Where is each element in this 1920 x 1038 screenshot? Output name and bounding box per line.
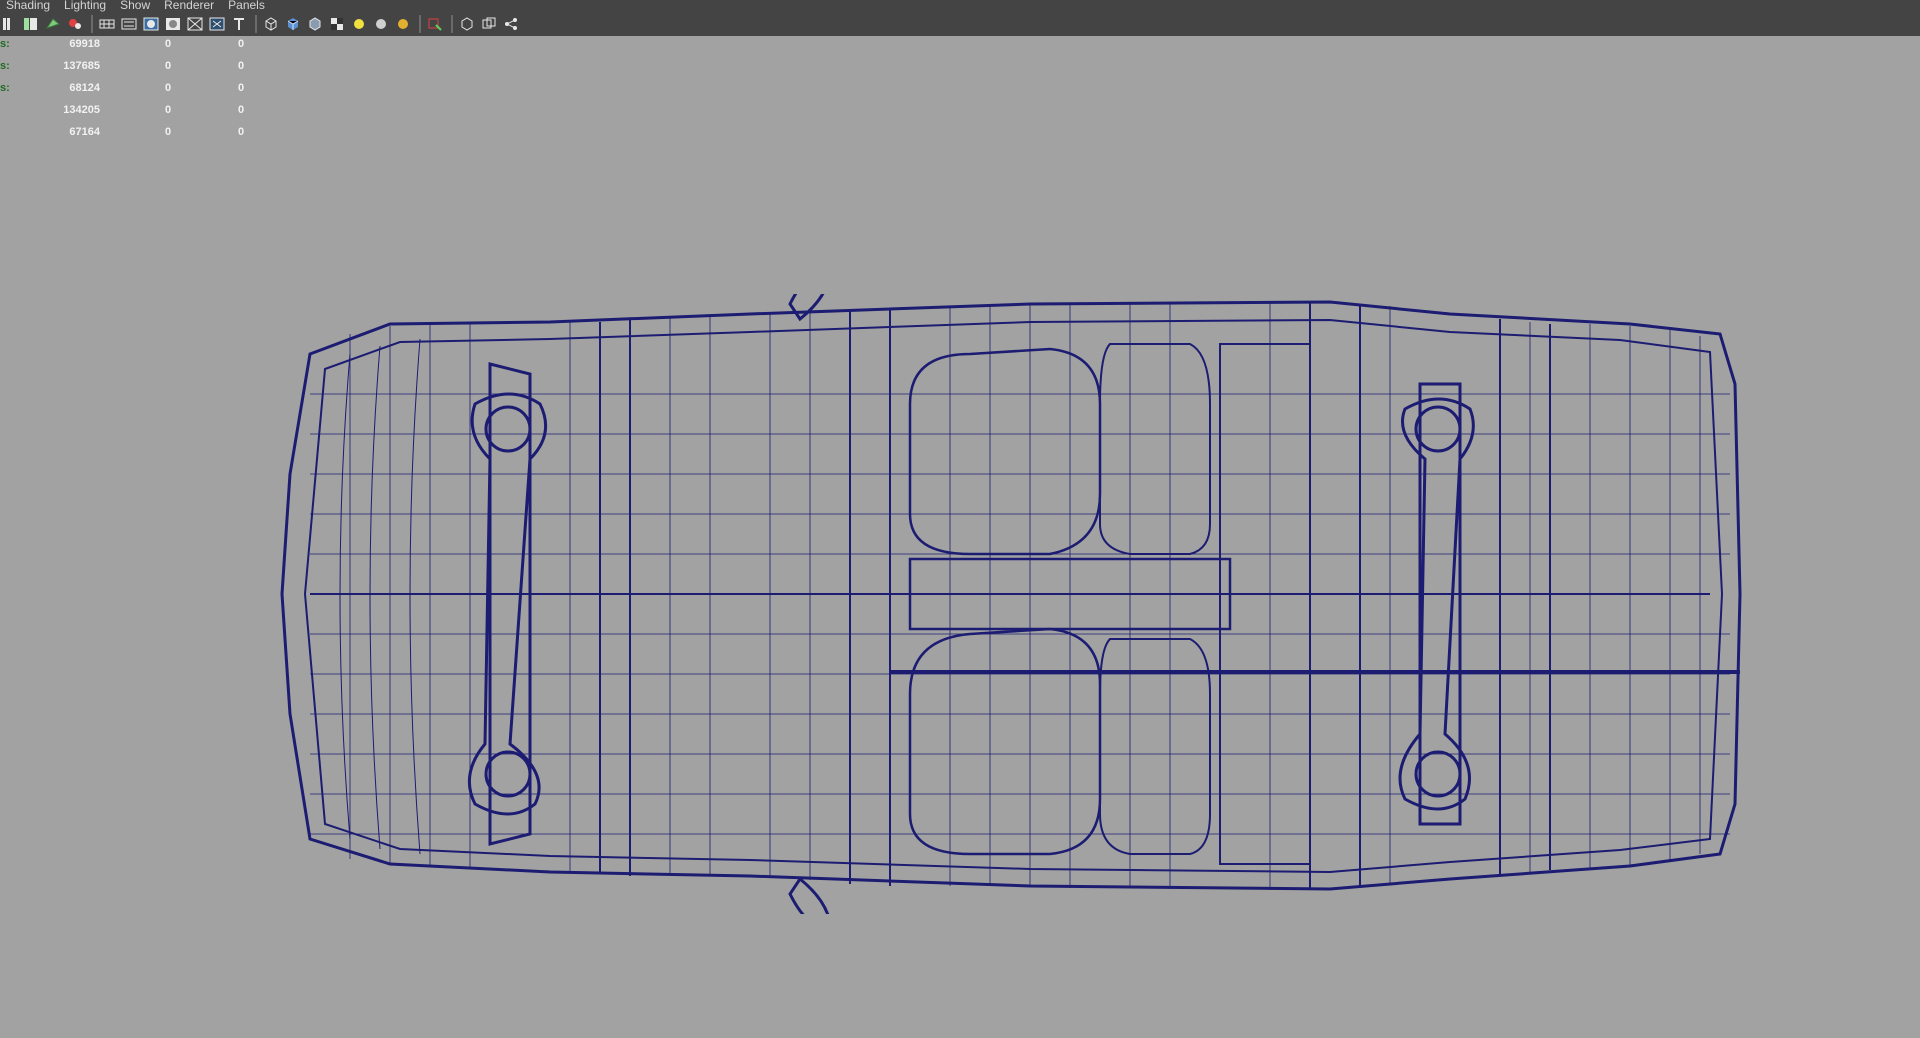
isolate-select-icon[interactable] xyxy=(426,15,444,33)
ambient-occlusion-icon[interactable] xyxy=(394,15,412,33)
default-light-icon[interactable] xyxy=(350,15,368,33)
xray-joints-icon[interactable] xyxy=(480,15,498,33)
panel-header: Shading Lighting Show Renderer Panels xyxy=(0,0,1920,36)
image-plane-icon[interactable] xyxy=(44,15,62,33)
hud-value-total: 69918 xyxy=(69,38,100,50)
menu-lighting[interactable]: Lighting xyxy=(58,0,114,12)
panel-menubar: Shading Lighting Show Renderer Panels xyxy=(0,0,273,12)
menu-panels[interactable]: Panels xyxy=(222,0,273,12)
share-icon[interactable] xyxy=(502,15,520,33)
text-icon[interactable] xyxy=(230,15,248,33)
hud-value-selected: 0 xyxy=(165,82,172,94)
hud-row-verts: s: 69918 0 0 xyxy=(0,36,260,58)
flat-shade-icon[interactable] xyxy=(306,15,324,33)
checker-icon[interactable] xyxy=(328,15,346,33)
hud-value-components: 0 xyxy=(238,104,245,116)
toolbar-separator xyxy=(451,15,453,33)
film-gate-icon[interactable] xyxy=(120,15,138,33)
smooth-shade-icon[interactable] xyxy=(284,15,302,33)
bookmark-icon[interactable] xyxy=(22,15,40,33)
wireframe-icon[interactable] xyxy=(98,15,116,33)
hud-value-selected: 0 xyxy=(165,104,172,116)
poly-count-hud: s: 69918 0 0 s: 137685 0 0 s: 68124 0 0 … xyxy=(0,36,260,146)
hud-value-components: 0 xyxy=(238,60,245,72)
toolbar-separator xyxy=(255,15,257,33)
hud-value-selected: 0 xyxy=(165,60,172,72)
hud-label: s: xyxy=(0,82,10,94)
hud-value-total: 67164 xyxy=(69,126,100,138)
menu-show[interactable]: Show xyxy=(114,0,158,12)
panel-toolbar xyxy=(0,12,524,36)
xray-icon[interactable] xyxy=(208,15,226,33)
car-wireframe-model[interactable] xyxy=(270,294,1770,914)
all-lights-icon[interactable] xyxy=(372,15,390,33)
perspective-viewport[interactable] xyxy=(0,36,1920,1038)
grid-icon[interactable] xyxy=(66,15,84,33)
hud-value-total: 137685 xyxy=(63,60,100,72)
wireframe-cube-icon[interactable] xyxy=(262,15,280,33)
hud-row-uvs: 67164 0 0 xyxy=(0,124,260,146)
hud-value-selected: 0 xyxy=(165,126,172,138)
hud-value-selected: 0 xyxy=(165,38,172,50)
hud-label: s: xyxy=(0,60,10,72)
hud-row-tris: 134205 0 0 xyxy=(0,102,260,124)
maya-viewport-window: Shading Lighting Show Renderer Panels s:… xyxy=(0,0,1920,1038)
hud-row-faces: s: 68124 0 0 xyxy=(0,80,260,102)
hud-value-components: 0 xyxy=(238,82,245,94)
camera-icon[interactable] xyxy=(0,15,18,33)
wire-on-shaded-icon[interactable] xyxy=(458,15,476,33)
safe-title-icon[interactable] xyxy=(164,15,182,33)
hud-label: s: xyxy=(0,38,10,50)
hud-value-components: 0 xyxy=(238,126,245,138)
hud-row-edges: s: 137685 0 0 xyxy=(0,58,260,80)
resolution-gate-icon[interactable] xyxy=(142,15,160,33)
field-chart-icon[interactable] xyxy=(186,15,204,33)
menu-renderer[interactable]: Renderer xyxy=(158,0,222,12)
menu-shading[interactable]: Shading xyxy=(0,0,58,12)
hud-value-total: 134205 xyxy=(63,104,100,116)
hud-value-total: 68124 xyxy=(69,82,100,94)
toolbar-separator xyxy=(91,15,93,33)
toolbar-separator xyxy=(419,15,421,33)
hud-value-components: 0 xyxy=(238,38,245,50)
